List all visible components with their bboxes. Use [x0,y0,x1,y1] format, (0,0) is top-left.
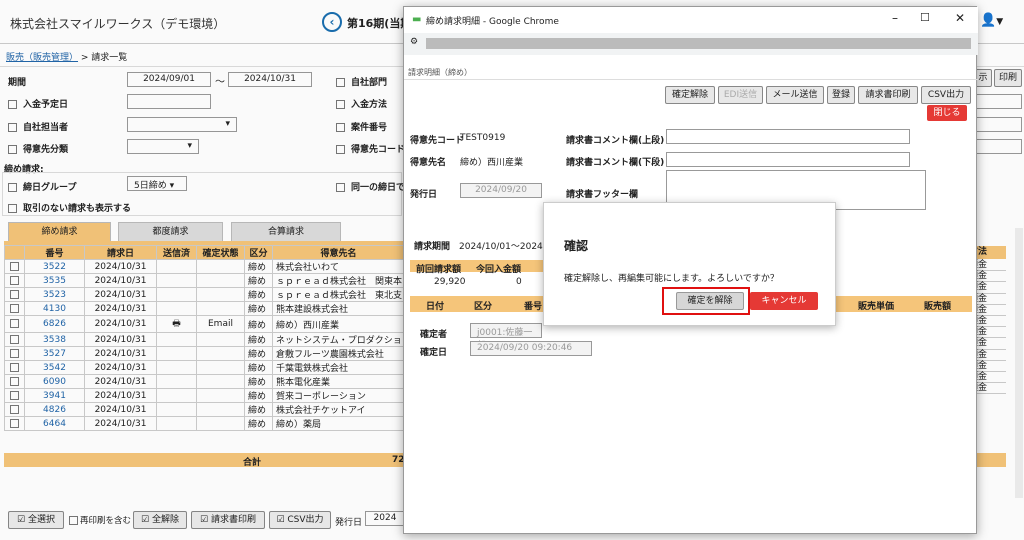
detail-col-amount: 販売額 [924,302,952,312]
close-button[interactable]: 閉じる [927,105,967,121]
maximize-icon[interactable]: ☐ [920,11,930,24]
confirmer-label: 確定者 [420,330,448,340]
customer-code-label: 得意先コード [410,136,465,146]
detail-col-unit-price: 販売単価 [858,302,895,312]
detail-col-date: 日付 [426,302,445,312]
customer-name-label: 得意先名 [410,158,447,168]
divider [404,79,978,80]
comment-bottom-label: 請求書コメント欄(下段) [566,158,665,168]
register-button[interactable]: 登録 [827,86,855,104]
close-icon[interactable]: ✕ [955,11,965,25]
confirm-date-label: 確定日 [420,348,448,358]
print-invoice-popup-button[interactable]: 請求書印刷 [858,86,918,104]
site-settings-icon[interactable]: ⚙ [410,37,418,47]
comment-bottom-input[interactable] [666,152,910,167]
confirm-date-input[interactable]: 2024/09/20 09:20:46 [470,341,592,356]
confirm-release-button[interactable]: 確定解除 [665,86,715,104]
popup-titlebar: ▬ 締め請求明細 - Google Chrome – ☐ ✕ [404,7,978,33]
comment-top-input[interactable] [666,129,910,144]
address-bar: ⚙ [404,33,978,55]
detail-col-kind: 区分 [474,302,493,312]
confirmer-input[interactable]: j0001:佐藤一郎 [470,323,542,351]
dialog-title: 確認 [564,239,589,253]
period-value: 2024/10/01～2024 [459,242,543,252]
period-label: 請求期間 [414,242,451,252]
confirm-dialog: 確認 確定解除し、再編集可能にします。よろしいですか？ 確定を解除 キャンセル [543,202,836,326]
prev-value: 29,920 [434,277,466,287]
footer-label: 請求書フッター欄 [566,190,639,200]
detail-col-no: 番号 [524,302,543,312]
confirm-release-ok-button[interactable]: 確定を解除 [676,292,744,310]
prev-label: 前回請求額 [416,265,462,275]
issue-label: 発行日 [410,190,438,200]
sheet-icon: ▬ [412,14,422,25]
popup-page-title: 請求明細（締め） [408,68,472,77]
customer-code-value: TEST0919 [460,133,506,143]
dialog-message: 確定解除し、再編集可能にします。よろしいですか？ [564,274,779,284]
paid-label: 今回入金額 [476,265,522,275]
cancel-button[interactable]: キャンセル [750,292,818,310]
window-title: 締め請求明細 - Google Chrome [426,17,559,27]
edi-send-button[interactable]: EDI送信 [718,86,763,104]
issue-date-popup-input[interactable]: 2024/09/20 [460,183,542,198]
csv-popup-button[interactable]: CSV出力 [921,86,971,104]
customer-name-value: 締め）西川産業 [460,158,524,168]
comment-top-label: 請求書コメント欄(上段) [566,136,665,146]
minimize-icon[interactable]: – [892,11,898,25]
url-field[interactable] [426,38,971,49]
paid-value: 0 [516,277,522,287]
mail-send-button[interactable]: メール送信 [766,86,824,104]
